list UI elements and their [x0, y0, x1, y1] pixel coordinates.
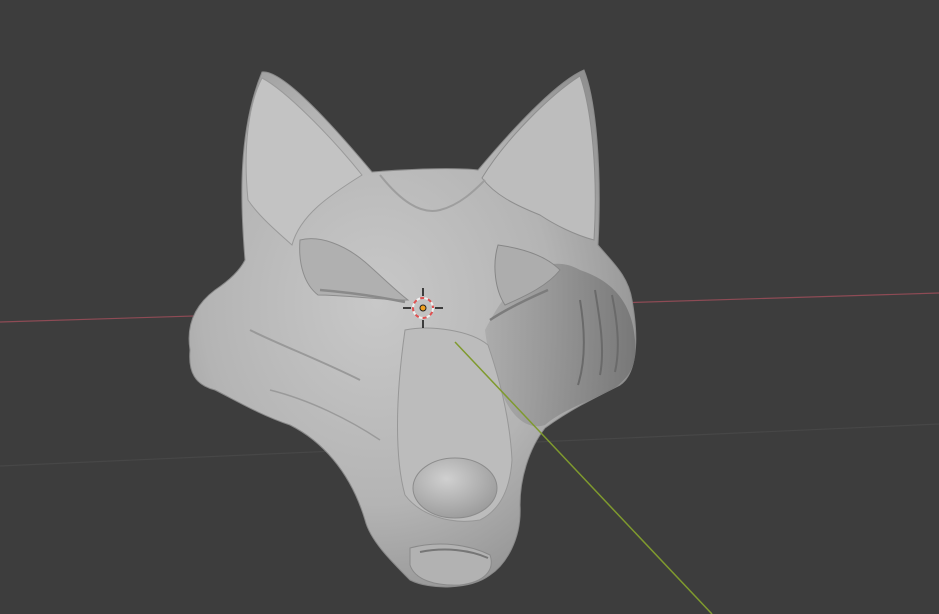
object-origin-icon	[419, 304, 427, 312]
nose	[412, 457, 498, 519]
wolf-head-mesh[interactable]	[188, 69, 637, 588]
viewport-scene	[0, 69, 939, 614]
3d-viewport[interactable]	[0, 0, 939, 614]
